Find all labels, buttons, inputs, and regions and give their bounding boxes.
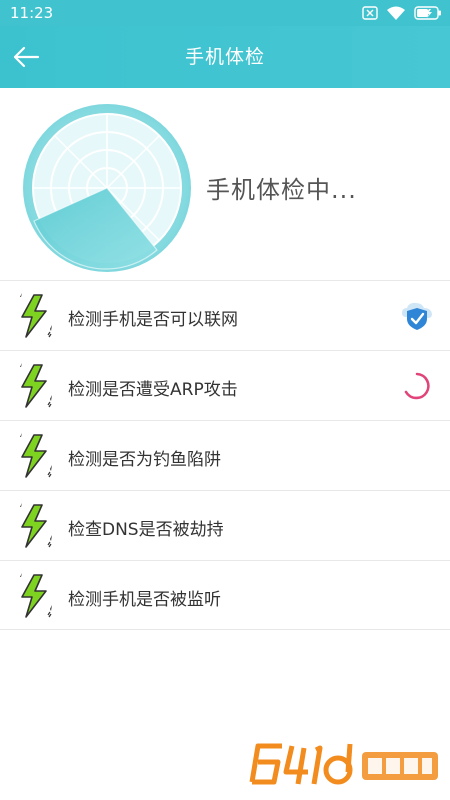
list-item: 检查DNS是否被劫持: [0, 490, 450, 560]
status-time: 11:23: [10, 4, 54, 22]
list-item: 检测是否为钓鱼陷阱: [0, 420, 450, 490]
check-label: 检测手机是否可以联网: [68, 310, 238, 330]
check-label: 检测是否遭受ARP攻击: [68, 380, 238, 400]
list-item: 检测是否遭受ARP攻击: [0, 350, 450, 420]
radar-scan-graphic: [23, 104, 191, 272]
site-watermark-logo: [249, 743, 438, 785]
battery-icon: [414, 6, 441, 20]
wifi-icon: [387, 6, 405, 20]
check-list: 检测手机是否可以联网 检测是否遭受ARP攻击 检测是否为钓鱼陷阱 检查DNS是否…: [0, 280, 450, 630]
list-item: 检测手机是否被监听: [0, 560, 450, 630]
app-bar: 手机体检: [0, 26, 450, 88]
scan-hero: 手机体检中...: [0, 88, 450, 280]
page-title: 手机体检: [184, 46, 265, 68]
status-icons: [362, 3, 442, 23]
check-label: 检测手机是否被监听: [68, 590, 221, 610]
status-bar: 11:23: [0, 0, 450, 26]
lightning-icon: [20, 573, 52, 618]
close-box-icon: [362, 6, 378, 20]
list-item: 检测手机是否可以联网: [0, 280, 450, 350]
lightning-icon: [20, 433, 52, 478]
lightning-icon: [20, 293, 52, 338]
loading-spinner-icon: [404, 372, 430, 400]
check-label: 检测是否为钓鱼陷阱: [68, 450, 221, 470]
shield-check-icon: [402, 302, 432, 330]
lightning-icon: [20, 503, 52, 548]
check-label: 检查DNS是否被劫持: [68, 520, 224, 540]
scan-status-text: 手机体检中...: [206, 176, 357, 204]
lightning-icon: [20, 363, 52, 408]
